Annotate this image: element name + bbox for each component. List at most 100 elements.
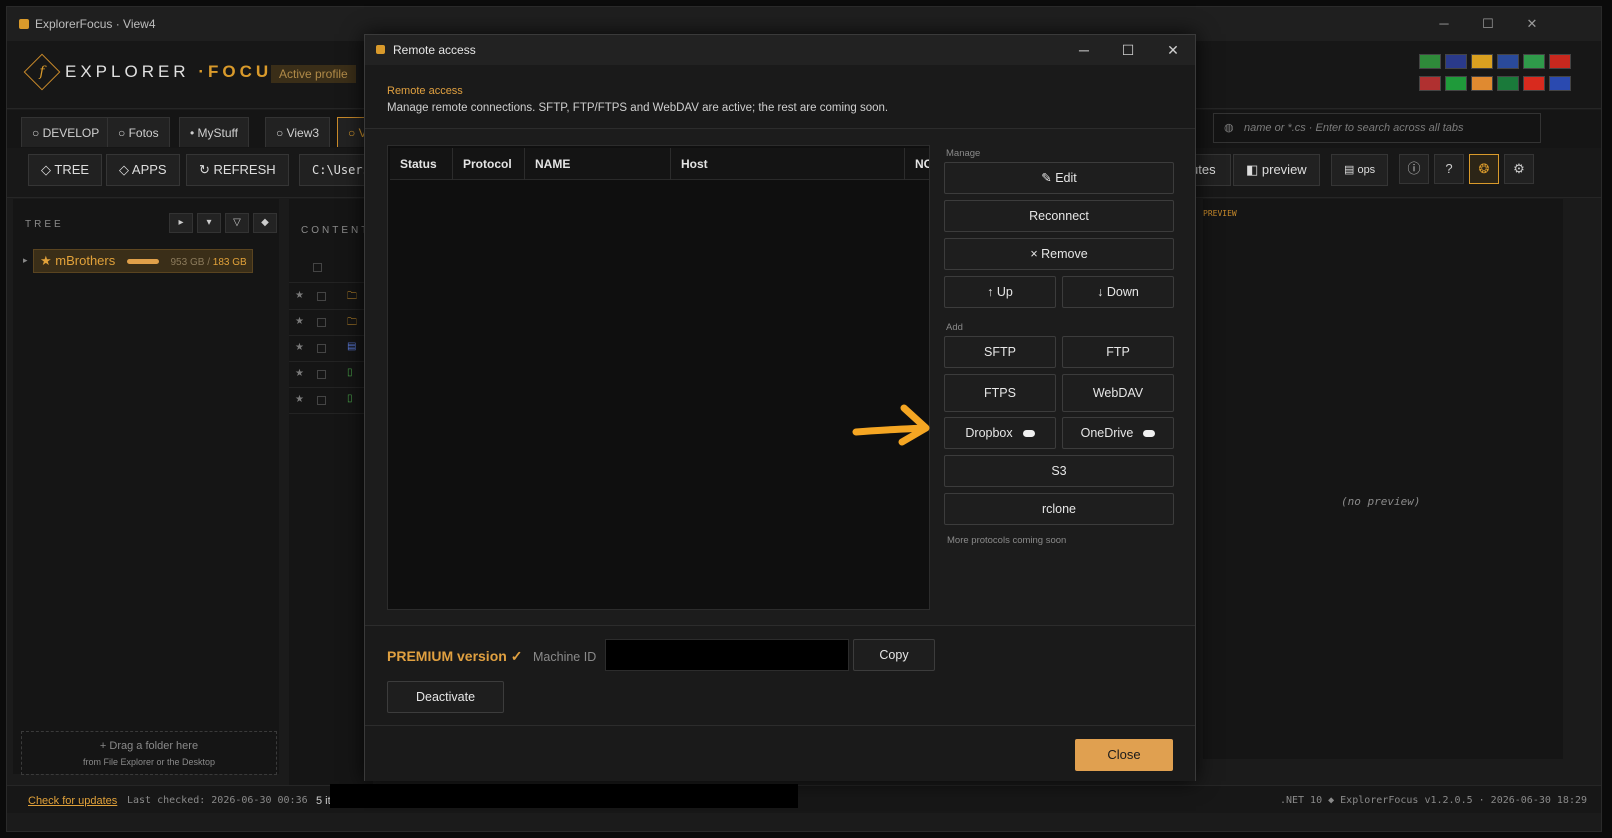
tab-mystuff[interactable]: • MyStuff bbox=[179, 117, 249, 147]
list-item[interactable]: ★ ▯ bbox=[289, 388, 373, 414]
star-icon[interactable]: ★ bbox=[295, 316, 304, 327]
add-webdav-button[interactable]: WebDAV bbox=[1062, 374, 1174, 412]
france-flag[interactable] bbox=[1497, 54, 1519, 69]
select-all-checkbox[interactable] bbox=[313, 263, 322, 272]
portugal-flag[interactable] bbox=[1419, 54, 1441, 69]
global-search-input[interactable]: ◍ name or *.cs · Enter to search across … bbox=[1213, 113, 1541, 143]
close-window-button[interactable]: ✕ bbox=[1517, 13, 1547, 35]
expand-chevron-icon[interactable]: ▸ bbox=[23, 255, 28, 266]
add-sftp-button[interactable]: SFTP bbox=[944, 336, 1056, 368]
tree-panel: TREE ▸ ▾ ▽ ◆ ▸ ★ mBrothers 953 GB / 183 … bbox=[13, 199, 279, 775]
tree-label: TREE bbox=[25, 219, 64, 230]
brazil-flag[interactable] bbox=[1445, 76, 1467, 91]
check-updates-link[interactable]: Check for updates bbox=[28, 795, 117, 807]
col-protocol[interactable]: Protocol bbox=[453, 148, 525, 180]
globe-icon: ◍ bbox=[1224, 122, 1234, 134]
preview-panel: PREVIEW (no preview) bbox=[1203, 199, 1563, 759]
list-item[interactable]: ★ ▤ bbox=[289, 336, 373, 362]
contents-header-row bbox=[289, 253, 373, 283]
spain-flag[interactable] bbox=[1471, 54, 1493, 69]
maximize-button[interactable]: ☐ bbox=[1473, 13, 1503, 35]
row-checkbox[interactable] bbox=[317, 318, 326, 327]
move-up-button[interactable]: ↑ Up bbox=[944, 276, 1056, 308]
edit-button[interactable]: ✎ Edit bbox=[944, 162, 1174, 194]
col-host[interactable]: Host bbox=[671, 148, 905, 180]
usa-flag[interactable] bbox=[1419, 76, 1441, 91]
tree-item-mbrothers[interactable]: ★ mBrothers 953 GB / 183 GB bbox=[33, 249, 253, 273]
filter-icon[interactable]: ▽ bbox=[225, 213, 249, 233]
saudi-flag[interactable] bbox=[1497, 76, 1519, 91]
settings-gear-icon[interactable]: ⚙ bbox=[1504, 154, 1534, 184]
col-nc[interactable]: NC bbox=[905, 148, 929, 180]
minimize-button[interactable]: ─ bbox=[1429, 13, 1459, 35]
dialog-title-bar: Remote access ─ ☐ ✕ bbox=[365, 35, 1195, 65]
reconnect-button[interactable]: Reconnect bbox=[944, 200, 1174, 232]
list-item[interactable]: ★ 🗀 bbox=[289, 310, 373, 336]
russia-flag[interactable] bbox=[1549, 76, 1571, 91]
add-s3-button[interactable]: S3 bbox=[944, 455, 1174, 487]
expand-icon[interactable]: ▸ bbox=[169, 213, 193, 233]
star-icon[interactable]: ★ bbox=[295, 394, 304, 405]
india-flag[interactable] bbox=[1471, 76, 1493, 91]
italy-flag[interactable] bbox=[1523, 54, 1545, 69]
contents-panel: CONTENTS ★ 🗀 ★ 🗀 ★ ▤ ★ ▯ ★ ▯ bbox=[289, 199, 377, 787]
tree-button[interactable]: ◇ TREE bbox=[28, 154, 103, 186]
last-checked-text: Last checked: 2026-06-30 00:36 bbox=[127, 795, 308, 806]
list-item[interactable]: ★ 🗀 bbox=[289, 284, 373, 310]
row-checkbox[interactable] bbox=[317, 370, 326, 379]
connections-table[interactable]: Status Protocol NAME Host NC bbox=[387, 145, 930, 610]
preview-button[interactable]: ◧ preview bbox=[1233, 154, 1320, 186]
dialog-minimize-button[interactable]: ─ bbox=[1071, 39, 1097, 61]
remove-button[interactable]: × Remove bbox=[944, 238, 1174, 270]
app-icon bbox=[19, 19, 29, 29]
add-ftp-button[interactable]: FTP bbox=[1062, 336, 1174, 368]
add-dropbox-button[interactable]: Dropbox bbox=[944, 417, 1056, 449]
dialog-maximize-button[interactable]: ☐ bbox=[1115, 39, 1141, 61]
tab-fotos[interactable]: ○ Fotos bbox=[107, 117, 170, 147]
document-icon: ▤ bbox=[347, 341, 357, 352]
logo-icon: f bbox=[23, 53, 61, 91]
redacted-area bbox=[330, 784, 798, 808]
no-preview-text: (no preview) bbox=[1341, 495, 1421, 508]
machine-id-field[interactable] bbox=[605, 639, 849, 671]
col-name[interactable]: NAME bbox=[525, 148, 671, 180]
star-icon[interactable]: ★ bbox=[295, 368, 304, 379]
collapse-icon[interactable]: ▾ bbox=[197, 213, 221, 233]
china-flag[interactable] bbox=[1523, 76, 1545, 91]
add-rclone-button[interactable]: rclone bbox=[944, 493, 1174, 525]
dialog-close-button[interactable]: ✕ bbox=[1160, 39, 1186, 61]
theme-icon[interactable]: ❂ bbox=[1469, 154, 1499, 184]
copy-button[interactable]: Copy bbox=[853, 639, 935, 671]
info-icon[interactable]: ⓘ bbox=[1399, 154, 1429, 184]
germany-flag[interactable] bbox=[1549, 54, 1571, 69]
close-button[interactable]: Close bbox=[1075, 739, 1173, 771]
star-icon[interactable]: ★ bbox=[295, 290, 304, 301]
active-profile-badge[interactable]: Active profile bbox=[271, 65, 356, 83]
star-icon: ★ bbox=[40, 253, 52, 268]
premium-status: PREMIUM version ✓ bbox=[387, 648, 523, 664]
refresh-button[interactable]: ↻ REFRESH bbox=[186, 154, 289, 186]
pin-icon[interactable]: ◆ bbox=[253, 213, 277, 233]
ops-button[interactable]: ▤ ops bbox=[1331, 154, 1389, 186]
row-checkbox[interactable] bbox=[317, 396, 326, 405]
deactivate-button[interactable]: Deactivate bbox=[387, 681, 504, 713]
drive-size: 953 GB / 183 GB bbox=[170, 257, 247, 268]
tree-item-label: mBrothers bbox=[55, 253, 116, 268]
add-onedrive-button[interactable]: OneDrive bbox=[1062, 417, 1174, 449]
app-icon bbox=[376, 45, 385, 54]
tab-view3[interactable]: ○ View3 bbox=[265, 117, 331, 147]
row-checkbox[interactable] bbox=[317, 292, 326, 301]
help-icon[interactable]: ? bbox=[1434, 154, 1464, 184]
apps-button[interactable]: ◇ APPS bbox=[106, 154, 180, 186]
tab-develop[interactable]: ○ DEVELOP bbox=[21, 117, 111, 147]
row-checkbox[interactable] bbox=[317, 344, 326, 353]
annotation-arrow-icon bbox=[852, 404, 930, 446]
col-status[interactable]: Status bbox=[390, 148, 453, 180]
folder-drop-zone[interactable]: + Drag a folder here from File Explorer … bbox=[21, 731, 277, 775]
list-item[interactable]: ★ ▯ bbox=[289, 362, 373, 388]
move-down-button[interactable]: ↓ Down bbox=[1062, 276, 1174, 308]
star-icon[interactable]: ★ bbox=[295, 342, 304, 353]
uk-flag[interactable] bbox=[1445, 54, 1467, 69]
license-section: PREMIUM version ✓ Machine ID Copy Deacti… bbox=[365, 625, 1195, 725]
add-ftps-button[interactable]: FTPS bbox=[944, 374, 1056, 412]
